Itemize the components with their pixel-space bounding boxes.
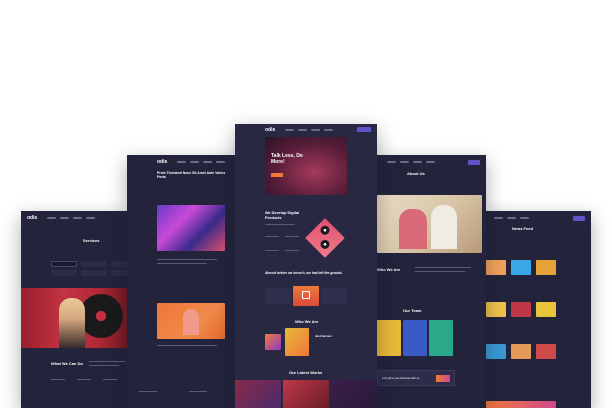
page-about: About Us Who We Are Our Team Let's grow … <box>371 155 486 408</box>
person-figure <box>399 209 427 249</box>
nav-links <box>177 161 226 163</box>
latest-works-heading: Our Latest Works <box>289 370 323 375</box>
services-title: Services <box>83 238 100 243</box>
feature-icon <box>302 291 310 299</box>
blog-headline: Proin Tincidunt Nunc Sit Amet Ante Variu… <box>157 171 226 179</box>
feature-card <box>321 288 347 304</box>
hero-image: Talk Less, Do More! <box>265 137 347 195</box>
feature-card <box>265 288 291 304</box>
about-title: About Us <box>407 171 425 176</box>
logo[interactable]: odis <box>157 159 167 165</box>
news-cta[interactable] <box>486 401 556 408</box>
nav-links <box>47 217 96 219</box>
friends-image <box>377 195 482 253</box>
news-thumb[interactable] <box>536 344 556 359</box>
feature-card-highlight <box>293 286 319 306</box>
our-team-heading: Our Team <box>403 308 422 313</box>
nav-links <box>494 217 529 219</box>
person-figure <box>431 205 457 249</box>
navbar: odis <box>235 124 377 135</box>
mockup-showcase: odis Services What We Can Do News Feed o… <box>0 0 612 408</box>
navbar <box>371 155 486 169</box>
news-thumb[interactable] <box>536 302 556 317</box>
service-tab-active[interactable] <box>51 261 77 267</box>
nav-cta-button[interactable] <box>357 127 371 132</box>
vinyl-card <box>305 218 345 258</box>
headphones-figure <box>183 309 199 335</box>
navbar <box>478 211 591 225</box>
portrait-figure <box>59 298 85 348</box>
logo[interactable]: odis <box>265 127 275 133</box>
news-thumb[interactable] <box>511 260 531 275</box>
logo[interactable]: odis <box>27 215 37 221</box>
news-feed-title: News Feed <box>512 226 533 231</box>
vinyl-image <box>21 288 131 348</box>
page-home: odis Talk Less, Do More! We Develop Digi… <box>235 124 377 408</box>
work-thumb[interactable] <box>283 380 329 408</box>
page-services: odis Services What We Can Do <box>21 211 131 408</box>
cta-text: Let's grow your business with us <box>382 377 420 380</box>
vinyl-record-icon <box>79 294 123 338</box>
nav-cta-button[interactable] <box>573 215 585 221</box>
who-tag: Just Harvest <box>315 334 332 338</box>
news-thumb[interactable] <box>536 260 556 275</box>
headphones-image <box>157 303 225 339</box>
page-news-feed: News Feed <box>478 211 591 408</box>
who-image <box>265 334 281 350</box>
page-blog: odis Proin Tincidunt Nunc Sit Amet Ante … <box>127 155 239 408</box>
hero-headline: Talk Less, Do More! <box>271 153 303 165</box>
products-heading: We Develop Digital Products <box>265 211 300 220</box>
navbar: odis <box>127 155 239 169</box>
team-member-photo[interactable] <box>429 320 453 356</box>
team-member-photo[interactable] <box>403 320 427 356</box>
cta-banner: Let's grow your business with us <box>377 370 455 386</box>
hero-button[interactable] <box>271 173 283 177</box>
nav-links <box>285 128 334 131</box>
news-thumb[interactable] <box>486 344 506 359</box>
service-tab[interactable] <box>51 270 77 276</box>
cta-button[interactable] <box>436 375 450 382</box>
concert-image <box>157 205 225 251</box>
service-tab[interactable] <box>81 261 107 267</box>
service-tab[interactable] <box>81 270 107 276</box>
about-line: Almost before we knew it, we had left th… <box>265 271 343 275</box>
record-icon <box>318 223 332 237</box>
who-image <box>285 328 309 356</box>
work-thumb[interactable] <box>235 380 281 408</box>
team-member-photo[interactable] <box>377 320 401 356</box>
who-we-are-heading: Who We Are <box>295 319 319 324</box>
news-thumb[interactable] <box>486 302 506 317</box>
what-we-can-do-heading: What We Can Do <box>51 361 83 366</box>
navbar: odis <box>21 211 131 225</box>
nav-links <box>387 161 435 163</box>
nav-cta-button[interactable] <box>468 159 480 165</box>
work-thumb[interactable] <box>331 380 377 408</box>
news-thumb[interactable] <box>486 260 506 275</box>
news-thumb[interactable] <box>511 344 531 359</box>
who-we-are-heading: Who We Are <box>377 267 401 272</box>
record-icon <box>318 238 332 251</box>
news-thumb[interactable] <box>511 302 531 317</box>
